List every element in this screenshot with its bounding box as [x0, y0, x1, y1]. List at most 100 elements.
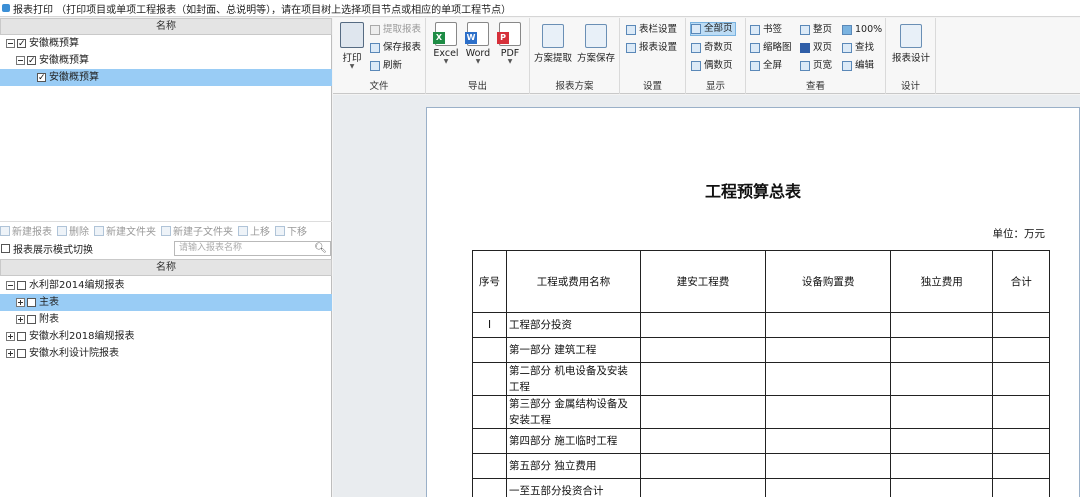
- mode-switch-row: 报表展示模式切换 请输入报表名称 🔍︎: [0, 240, 332, 257]
- whole-page-button[interactable]: 整页: [800, 23, 832, 37]
- search-icon[interactable]: 🔍︎: [314, 242, 327, 255]
- report-title: 工程预算总表: [704, 182, 801, 201]
- project-tree-item[interactable]: 安徽概预算: [0, 69, 332, 86]
- new-report-button[interactable]: 新建报表: [0, 223, 52, 238]
- table-cell: [765, 362, 892, 396]
- tree-item-label: 安徽概预算: [29, 38, 79, 49]
- tree-checkbox[interactable]: [17, 280, 26, 290]
- delete-report-button[interactable]: 删除: [57, 223, 89, 238]
- table-cell: [639, 453, 767, 479]
- table-cell: [765, 428, 892, 454]
- display-group-label: 显示: [705, 81, 725, 92]
- table-cell: [639, 478, 767, 497]
- print-button[interactable]: 打印 ▼: [337, 22, 367, 70]
- new-folder-button[interactable]: 新建文件夹: [94, 223, 156, 238]
- fullscreen-button[interactable]: 全屏: [750, 59, 782, 73]
- tree-item-label: 安徽水利设计院报表: [29, 348, 119, 359]
- table-cell: 第三部分 金属结构设备及安装工程: [506, 395, 641, 429]
- pdf-export-button[interactable]: P PDF ▼: [496, 22, 524, 65]
- page-width-button[interactable]: 页宽: [800, 59, 832, 73]
- table-cell: [765, 337, 892, 363]
- expand-toggle-icon[interactable]: [6, 280, 15, 290]
- page-width-icon: [800, 61, 810, 71]
- even-pages-button[interactable]: 偶数页: [691, 59, 733, 73]
- extract-icon: [370, 25, 380, 35]
- report-tree-item[interactable]: 附表: [0, 311, 332, 328]
- table-cell: [765, 395, 892, 429]
- column-settings-button[interactable]: 表栏设置: [626, 23, 677, 37]
- view-group-label: 查看: [805, 81, 825, 92]
- report-tree-item[interactable]: 安徽水利设计院报表: [0, 345, 332, 362]
- expand-toggle-icon[interactable]: [16, 314, 25, 324]
- table-cell: [992, 312, 1050, 338]
- arrow-down-icon: [275, 225, 285, 236]
- table-cell: [765, 478, 892, 497]
- refresh-button[interactable]: 刷新: [370, 59, 402, 73]
- expand-toggle-icon[interactable]: [16, 55, 25, 65]
- find-button[interactable]: 查找: [842, 41, 874, 55]
- document-preview-area[interactable]: 工程预算总表 单位：万元 序号 工程或费用名称 建安工程费 设备购置费 独立费用 合计 Ⅰ…: [333, 95, 1080, 497]
- zoom-100-button[interactable]: 100%: [842, 23, 882, 37]
- double-page-button[interactable]: 双页: [800, 41, 832, 55]
- even-pages-icon: [691, 61, 701, 71]
- thumbnail-button[interactable]: 缩略图: [750, 41, 792, 55]
- report-tree-item[interactable]: 安徽水利2018编规报表: [0, 328, 332, 345]
- word-export-button[interactable]: W Word ▼: [464, 22, 492, 65]
- table-cell: [639, 362, 767, 396]
- expand-toggle-icon[interactable]: [6, 38, 15, 48]
- find-icon: [842, 43, 852, 53]
- bookmark-button[interactable]: 书签: [750, 23, 782, 37]
- report-settings-button[interactable]: 报表设置: [626, 41, 677, 55]
- move-up-button[interactable]: 上移: [238, 223, 270, 238]
- save-report-button[interactable]: 保存报表: [370, 41, 421, 55]
- table-header-cell: 序号: [472, 250, 507, 313]
- scheme-extract-button[interactable]: 方案提取: [533, 24, 573, 64]
- double-page-icon: [800, 43, 810, 53]
- report-design-button[interactable]: 报表设计: [889, 24, 933, 64]
- new-subfolder-button[interactable]: 新建子文件夹: [161, 223, 233, 238]
- tree-item-label: 安徽概预算: [49, 72, 99, 83]
- tree-checkbox[interactable]: [27, 297, 36, 307]
- table-row: 第一部分 建筑工程: [472, 337, 1050, 363]
- file-group-label: 文件: [369, 81, 389, 92]
- project-tree-item[interactable]: 安徽概预算: [0, 52, 332, 69]
- excel-export-button[interactable]: X Excel ▼: [432, 22, 460, 65]
- tree-checkbox[interactable]: [17, 38, 26, 48]
- table-cell: [472, 395, 507, 429]
- file-group: 打印 ▼ 提取报表 保存报表 刷新 文件: [333, 18, 426, 94]
- odd-pages-button[interactable]: 奇数页: [691, 41, 733, 55]
- all-pages-button[interactable]: 全部页: [690, 22, 736, 36]
- report-settings-icon: [626, 43, 636, 53]
- report-print-icon: [2, 4, 10, 12]
- report-tree-item[interactable]: 主表: [0, 294, 332, 311]
- new-folder-icon: [94, 225, 104, 236]
- table-cell: [765, 312, 892, 338]
- report-search-input[interactable]: 请输入报表名称 🔍︎: [174, 241, 331, 256]
- tree-checkbox[interactable]: [17, 348, 26, 358]
- pdf-icon: P: [497, 22, 521, 46]
- table-cell: [992, 337, 1050, 363]
- table-row: 第三部分 金属结构设备及安装工程: [472, 395, 1050, 429]
- table-cell: [992, 395, 1050, 429]
- table-cell: [472, 428, 507, 454]
- scheme-save-button[interactable]: 方案保存: [575, 24, 617, 64]
- edit-text-icon: [842, 61, 852, 71]
- fullscreen-icon: [750, 61, 760, 71]
- tree-checkbox[interactable]: [17, 331, 26, 341]
- tree-checkbox[interactable]: [37, 72, 46, 82]
- mode-switch-checkbox[interactable]: [1, 244, 10, 253]
- table-cell: [992, 478, 1050, 497]
- project-tree-item[interactable]: 安徽概预算: [0, 35, 332, 52]
- expand-toggle-icon[interactable]: [6, 331, 15, 341]
- expand-toggle-icon[interactable]: [6, 348, 15, 358]
- move-down-button[interactable]: 下移: [275, 223, 307, 238]
- expand-toggle-icon[interactable]: [16, 297, 25, 307]
- table-header-cell: 设备购置费: [765, 250, 892, 313]
- report-tree-item[interactable]: 水利部2014编规报表: [0, 277, 332, 294]
- edit-button[interactable]: 编辑: [842, 59, 874, 73]
- table-row: 第二部分 机电设备及安装工程: [472, 362, 1050, 396]
- extract-report-button[interactable]: 提取报表: [370, 23, 421, 37]
- tree-checkbox[interactable]: [27, 55, 36, 65]
- project-tree: 名称 安徽概预算安徽概预算安徽概预算: [0, 18, 332, 216]
- tree-checkbox[interactable]: [27, 314, 36, 324]
